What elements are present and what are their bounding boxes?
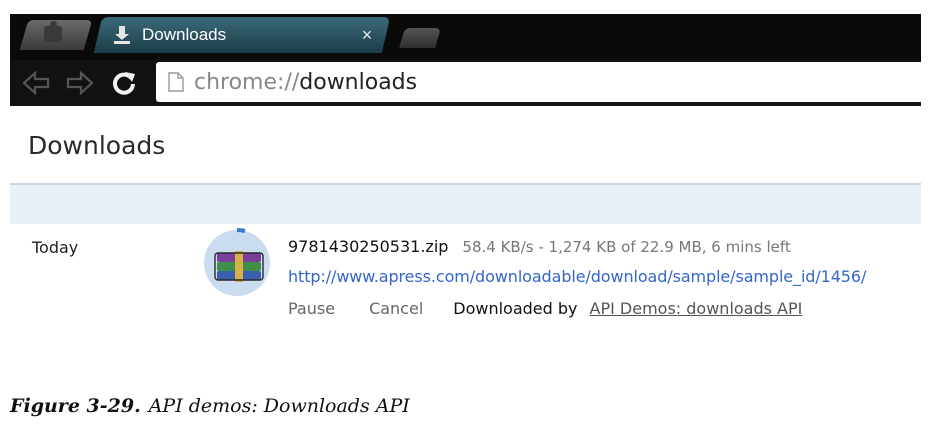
date-group-label: Today <box>32 238 79 257</box>
reload-icon <box>113 72 135 95</box>
tab-title: Downloads <box>142 25 227 44</box>
download-progress-status: 58.4 KB/s - 1,274 KB of 22.9 MB, 6 mins … <box>462 238 791 256</box>
browser-chrome: Downloads × chrome://downloads <box>10 14 921 106</box>
tab-downloads-content: Downloads × <box>106 20 388 50</box>
file-name[interactable]: 9781430250531.zip <box>288 237 448 256</box>
url-host: downloads <box>299 69 418 95</box>
figure-label: Figure 3-29. <box>10 395 141 417</box>
address-bar[interactable]: chrome://downloads <box>156 62 921 102</box>
header-band <box>10 185 921 224</box>
browser-toolbar: chrome://downloads <box>10 60 921 106</box>
downloaded-by-label: Downloaded by <box>453 299 578 318</box>
back-icon <box>22 71 50 95</box>
page-title: Downloads <box>28 131 166 160</box>
reload-button[interactable] <box>110 68 138 98</box>
download-item-header: 9781430250531.zip 58.4 KB/s - 1,274 KB of… <box>288 237 791 256</box>
cancel-button[interactable]: Cancel <box>369 299 423 318</box>
new-tab-button[interactable] <box>399 28 441 48</box>
back-button[interactable] <box>22 68 50 98</box>
forward-icon <box>66 71 94 95</box>
download-source-url[interactable]: http://www.apress.com/downloadable/downl… <box>288 267 866 286</box>
page-icon <box>168 72 184 92</box>
download-icon <box>112 25 132 45</box>
pause-button[interactable]: Pause <box>288 299 335 318</box>
extensions-icon <box>44 21 62 42</box>
figure-caption-text: API demos: Downloads API <box>148 395 410 417</box>
forward-button[interactable] <box>66 68 94 98</box>
download-actions: Pause Cancel Downloaded by API Demos: downl… <box>288 299 802 318</box>
winrar-archive-icon <box>204 228 270 296</box>
figure-caption: Figure 3-29. API demos: Downloads API <box>10 395 410 417</box>
tab-close-button[interactable]: × <box>356 25 378 46</box>
extension-link[interactable]: API Demos: downloads API <box>590 299 803 318</box>
url-scheme: chrome:// <box>194 69 300 95</box>
